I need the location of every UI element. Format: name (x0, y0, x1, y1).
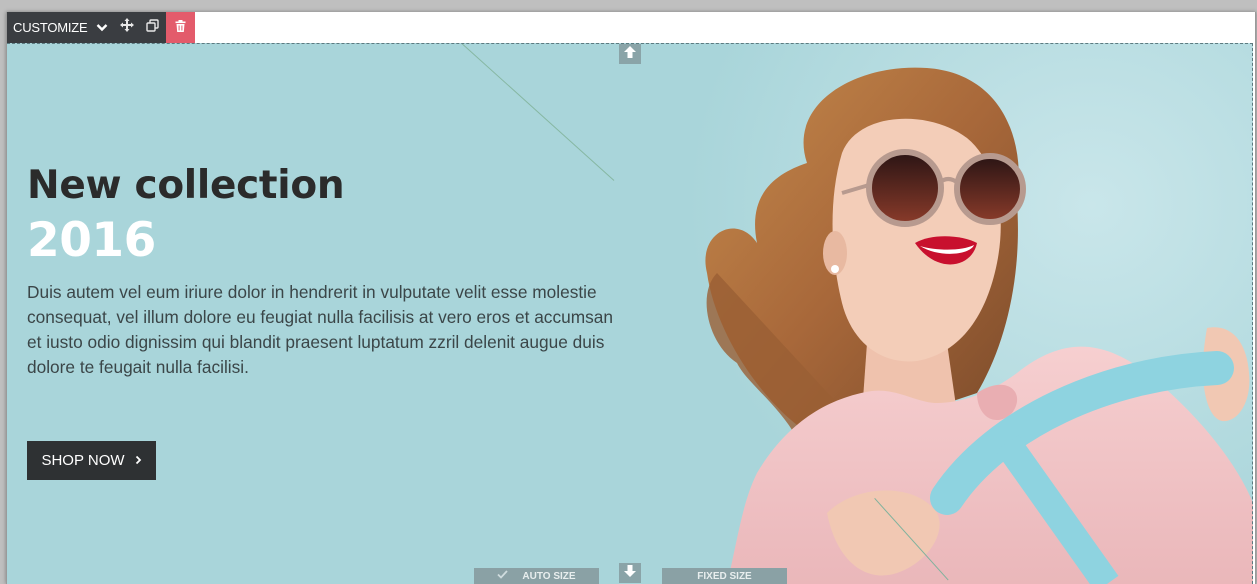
hero-description: Duis autem vel eum iriure dolor in hendr… (27, 282, 613, 377)
auto-size-label: AUTO SIZE (522, 570, 576, 582)
editor-frame: CUSTOMIZE New collection 2016 Duis autem… (6, 12, 1256, 584)
duplicate-button[interactable] (139, 12, 166, 43)
customize-dropdown[interactable]: CUSTOMIZE (7, 12, 114, 43)
chevron-right-icon (135, 453, 142, 468)
hero-year: 2016 (27, 213, 156, 268)
hero-slide: New collection 2016 Duis autem vel eum i… (7, 43, 1253, 584)
checkmark-icon (497, 570, 509, 582)
move-button[interactable] (113, 12, 140, 43)
hero-headline: New collection (27, 163, 345, 208)
chevron-down-icon (96, 20, 108, 35)
decorative-line (461, 43, 615, 182)
section-toolbar: CUSTOMIZE (7, 12, 195, 43)
arrow-down-icon (623, 564, 637, 583)
move-section-down-button[interactable] (619, 563, 641, 583)
arrow-up-icon (623, 45, 637, 64)
fixed-size-label: FIXED SIZE (697, 570, 752, 582)
customize-label: CUSTOMIZE (13, 20, 88, 35)
move-section-up-button[interactable] (619, 44, 641, 64)
shop-now-label: SHOP NOW (41, 452, 125, 469)
fixed-size-button[interactable]: FIXED SIZE (662, 568, 787, 584)
move-icon (119, 18, 134, 37)
auto-size-button[interactable]: AUTO SIZE (474, 568, 599, 584)
shop-now-button[interactable]: SHOP NOW (27, 441, 156, 480)
model-photo (677, 43, 1253, 584)
trash-icon (175, 19, 186, 37)
duplicate-icon (146, 18, 159, 37)
delete-button[interactable] (165, 12, 195, 43)
